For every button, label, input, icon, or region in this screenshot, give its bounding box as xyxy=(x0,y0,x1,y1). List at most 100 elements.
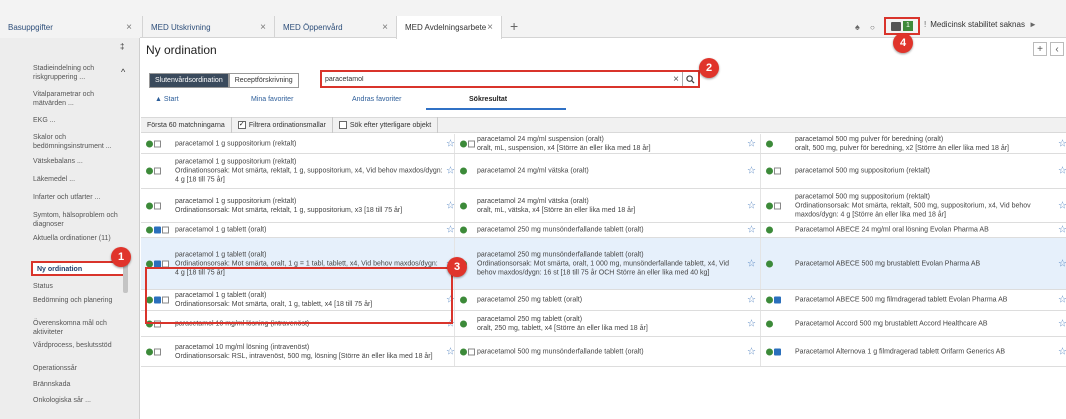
clear-icon[interactable]: × xyxy=(670,74,682,85)
tab-andras-favoriter[interactable]: Andras favoriter xyxy=(352,96,401,103)
status-icons xyxy=(766,226,773,234)
favorite-star-icon[interactable]: ☆ xyxy=(747,138,756,149)
sidebar-item[interactable]: Stadieindelning och riskgruppering ... xyxy=(33,64,125,82)
result-text: Paracetamol ABECE 500 mg filmdragerad ta… xyxy=(795,296,1008,304)
favorite-star-icon[interactable]: ☆ xyxy=(1058,200,1066,211)
favorite-star-icon[interactable]: ☆ xyxy=(747,295,756,306)
slutenvard-button[interactable]: Slutenvårdsordination xyxy=(149,73,229,88)
sidebar-item[interactable]: Läkemedel ... xyxy=(33,175,125,184)
result-cell[interactable]: paracetamol 1 g tablett (oralt) ☆ xyxy=(141,223,455,237)
result-cell[interactable]: paracetamol 24 mg/ml vätska (oralt) ☆ xyxy=(455,154,761,188)
result-cell[interactable]: paracetamol 1 g suppositorium (rektalt) ☆ xyxy=(141,134,455,153)
result-cell[interactable]: paracetamol 250 mg munsönderfallande tab… xyxy=(455,238,761,289)
sidebar-item[interactable]: Vätskebalans ... xyxy=(33,157,125,166)
tab-sokresultat[interactable]: Sökresultat xyxy=(469,96,507,103)
favorite-star-icon[interactable]: ☆ xyxy=(446,138,455,149)
table-row[interactable]: paracetamol 1 g suppositorium (rektalt) ☆… xyxy=(141,134,1066,154)
result-cell[interactable]: paracetamol 24 mg/ml suspension (oralt) … xyxy=(455,134,761,153)
sidebar-item[interactable]: Symtom, hälsoproblem och diagnoser xyxy=(33,211,125,229)
favorite-star-icon[interactable]: ☆ xyxy=(1058,258,1066,269)
table-row[interactable]: paracetamol 1 g suppositorium (rektalt) … xyxy=(141,189,1066,223)
sidebar-item[interactable]: Aktuella ordinationer (11) xyxy=(33,234,125,243)
bell-icon[interactable]: ♠ xyxy=(855,16,860,38)
favorite-star-icon[interactable]: ☆ xyxy=(446,346,455,357)
result-cell[interactable]: Paracetamol Accord 500 mg brustablett Ac… xyxy=(761,311,1066,336)
result-cell[interactable]: Paracetamol ABECE 500 mg brustablett Evo… xyxy=(761,238,1066,289)
template-icon xyxy=(162,260,169,267)
sidebar-item[interactable]: Överenskomna mål och aktiviteter xyxy=(33,319,125,337)
close-icon[interactable]: × xyxy=(126,22,132,33)
favorite-star-icon[interactable]: ☆ xyxy=(446,225,455,236)
table-row[interactable]: paracetamol 1 g tablett (oralt) ☆ paraceta… xyxy=(141,223,1066,238)
sidebar-item[interactable]: Onkologiska sår ... xyxy=(33,396,125,405)
result-cell[interactable]: paracetamol 10 mg/ml lösning (intravenös… xyxy=(141,337,455,366)
inbox-icon xyxy=(891,21,901,31)
result-cell[interactable]: paracetamol 1 g suppositorium (rektalt) … xyxy=(141,189,455,222)
add-tab-icon[interactable]: + xyxy=(510,18,518,34)
favorite-star-icon[interactable]: ☆ xyxy=(747,258,756,269)
sidebar-item[interactable]: Vårdprocess, beslutsstöd xyxy=(33,341,125,350)
close-icon[interactable]: × xyxy=(382,22,388,33)
sidebar-item[interactable]: Skalor och bedömningsinstrument ... xyxy=(33,133,125,151)
result-cell[interactable]: paracetamol 500 mg pulver för beredning … xyxy=(761,134,1066,153)
search-icon xyxy=(686,74,695,84)
status-text: Medicinsk stabilitet saknas xyxy=(930,20,1025,29)
tab-basuppgifter[interactable]: Basuppgifter × xyxy=(0,16,140,38)
favorite-star-icon[interactable]: ☆ xyxy=(1058,138,1066,149)
checkbox[interactable] xyxy=(237,120,246,129)
pin-icon[interactable]: ‡ xyxy=(120,42,124,51)
checkbox[interactable] xyxy=(338,121,347,129)
favorite-star-icon[interactable]: ☆ xyxy=(747,346,756,357)
favorite-star-icon[interactable]: ☆ xyxy=(747,318,756,329)
favorite-star-icon[interactable]: ☆ xyxy=(446,200,455,211)
callout-badge: 2 xyxy=(699,58,719,78)
sidebar-item[interactable]: Status xyxy=(33,282,125,291)
result-cell[interactable]: paracetamol 1 g suppositorium (rektalt) … xyxy=(141,154,455,188)
search-more-checkbox[interactable]: Sök efter ytterligare objekt xyxy=(333,117,439,133)
status-warning[interactable]: ! Medicinsk stabilitet saknas ► xyxy=(924,20,1037,29)
result-cell[interactable]: paracetamol 250 mg munsönderfallande tab… xyxy=(455,223,761,237)
favorite-star-icon[interactable]: ☆ xyxy=(747,225,756,236)
collapse-icon[interactable]: ‹ xyxy=(1050,42,1064,56)
favorite-star-icon[interactable]: ☆ xyxy=(1058,346,1066,357)
table-row[interactable]: paracetamol 10 mg/ml lösning (intravenös… xyxy=(141,337,1066,367)
close-icon[interactable]: × xyxy=(260,22,266,33)
result-cell[interactable]: Paracetamol ABECE 500 mg filmdragerad ta… xyxy=(761,290,1066,310)
result-cell[interactable]: paracetamol 500 mg suppositorium (rektal… xyxy=(761,154,1066,188)
sidebar-item[interactable]: Brännskada xyxy=(33,380,125,389)
favorite-star-icon[interactable]: ☆ xyxy=(1058,295,1066,306)
result-cell[interactable]: paracetamol 24 mg/ml vätska (oralt) oral… xyxy=(455,189,761,222)
search-button[interactable] xyxy=(682,72,698,86)
sidebar-item[interactable]: EKG ... xyxy=(33,116,125,125)
close-icon[interactable]: × xyxy=(487,22,493,33)
sidebar-item[interactable]: Bedömning och planering xyxy=(33,296,125,305)
info-icon[interactable]: ○ xyxy=(870,16,875,38)
sidebar-item[interactable]: Infarter och utfarter ... xyxy=(33,193,125,202)
table-row[interactable]: paracetamol 1 g suppositorium (rektalt) … xyxy=(141,154,1066,189)
add-icon[interactable]: + xyxy=(1033,42,1047,56)
tab-med-oppenvard[interactable]: MED Öppenvård × xyxy=(274,16,396,38)
filter-templates-checkbox[interactable]: Filtrera ordinationsmallar xyxy=(232,117,333,133)
favorite-star-icon[interactable]: ☆ xyxy=(747,200,756,211)
tab-med-avdelningsarbete[interactable]: MED Avdelningsarbete × xyxy=(396,16,502,39)
result-cell[interactable]: paracetamol 250 mg tablett (oralt) ☆ xyxy=(455,290,761,310)
result-cell[interactable]: paracetamol 500 mg suppositorium (rektal… xyxy=(761,189,1066,222)
favorite-star-icon[interactable]: ☆ xyxy=(446,166,455,177)
favorite-star-icon[interactable]: ☆ xyxy=(1058,166,1066,177)
result-cell[interactable]: Paracetamol Alternova 1 g filmdragerad t… xyxy=(761,337,1066,366)
sidebar-item[interactable]: Operationssår xyxy=(33,364,125,373)
sidebar-item[interactable]: Vitalparametrar och mätvärden ... xyxy=(33,90,125,108)
tab-start[interactable]: ▲ Start xyxy=(155,96,179,103)
result-cell[interactable]: paracetamol 250 mg tablett (oralt) oralt… xyxy=(455,311,761,336)
tab-mina-favoriter[interactable]: Mina favoriter xyxy=(251,96,293,103)
favorite-star-icon[interactable]: ☆ xyxy=(1058,225,1066,236)
sidebar-scrollbar[interactable] xyxy=(123,263,128,293)
recept-button[interactable]: Receptförskrivning xyxy=(228,73,299,88)
search-input[interactable] xyxy=(322,72,670,86)
favorite-star-icon[interactable]: ☆ xyxy=(747,166,756,177)
favorite-star-icon[interactable]: ☆ xyxy=(1058,318,1066,329)
result-cell[interactable]: Paracetamol ABECE 24 mg/ml oral lösning … xyxy=(761,223,1066,237)
title-actions: + ‹ xyxy=(1033,42,1064,56)
result-cell[interactable]: paracetamol 500 mg munsönderfallande tab… xyxy=(455,337,761,366)
tab-med-utskrivning[interactable]: MED Utskrivning × xyxy=(142,16,274,38)
